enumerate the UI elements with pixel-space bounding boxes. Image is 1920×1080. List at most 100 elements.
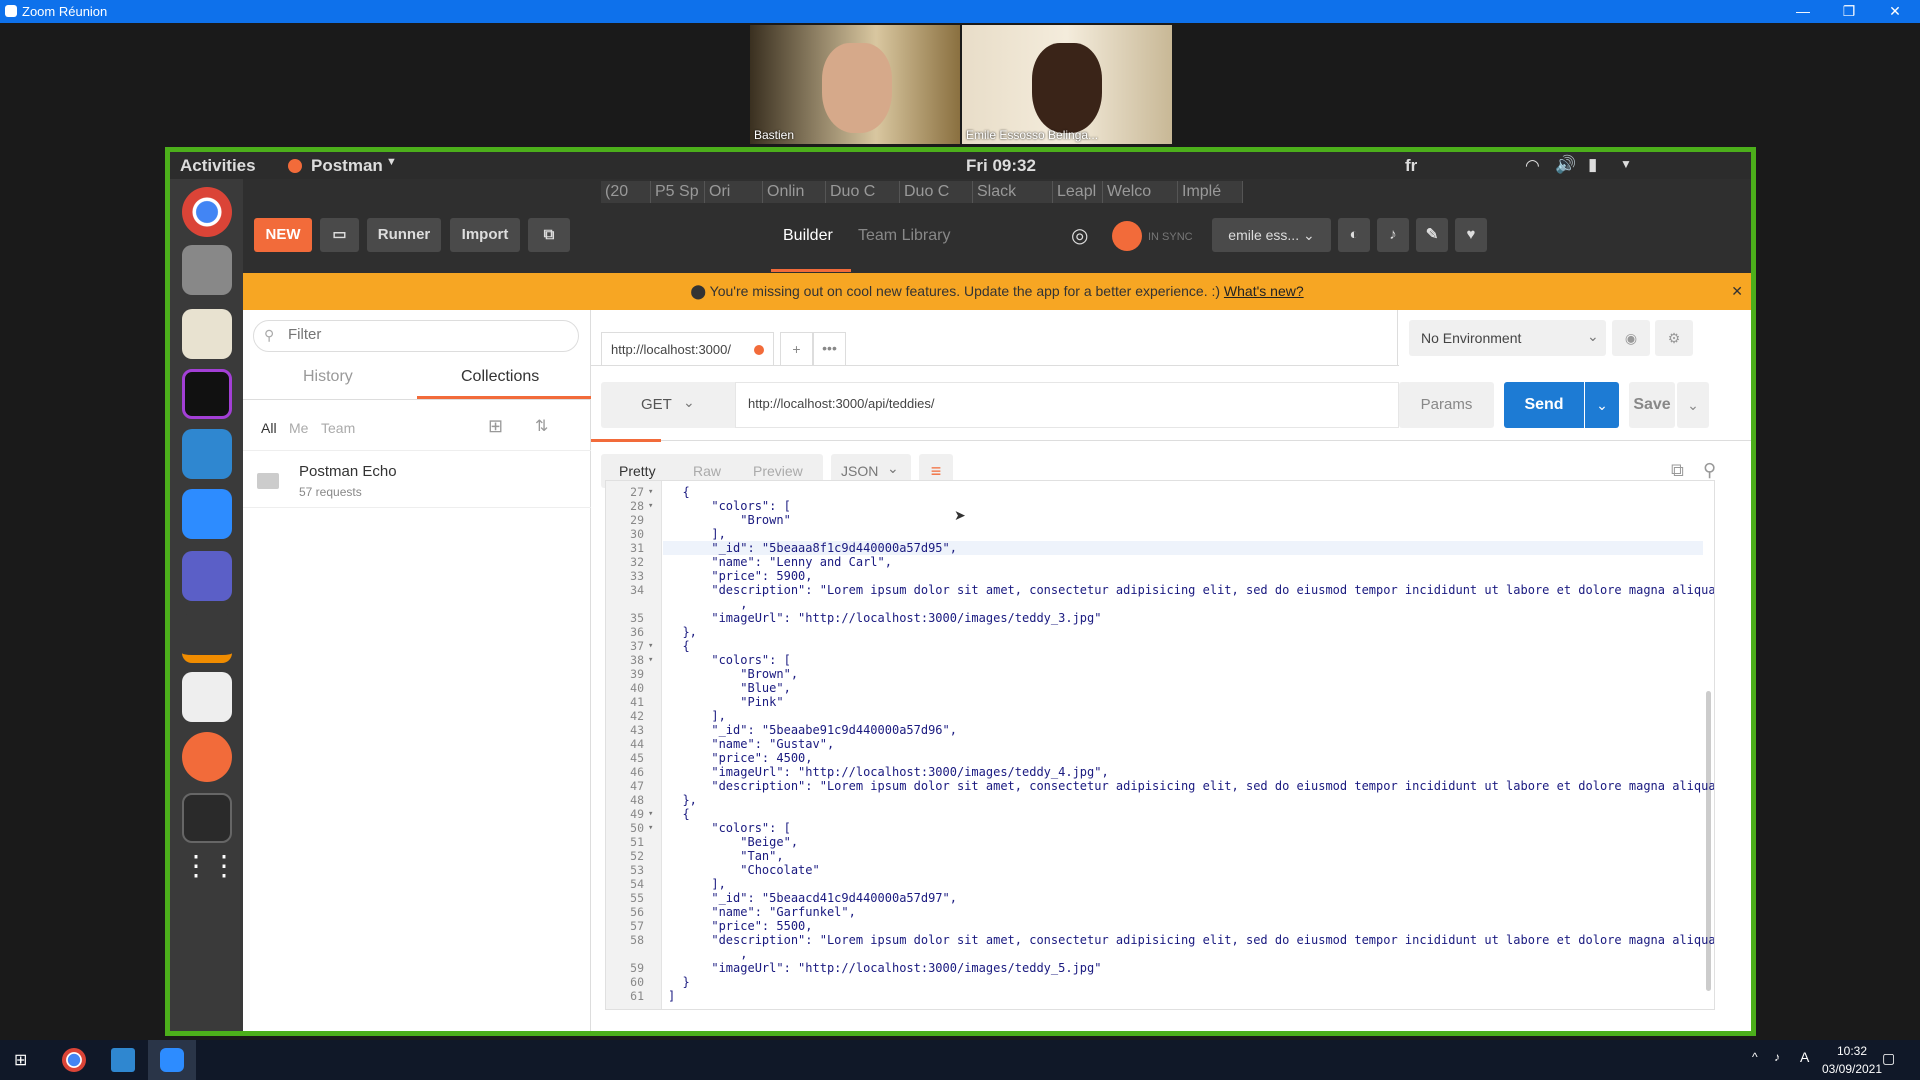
text-editor-icon[interactable] xyxy=(182,309,232,359)
sort-icon[interactable]: ⇅ xyxy=(535,416,548,436)
code-line: { xyxy=(668,639,690,653)
chevron-up-icon[interactable]: ^ xyxy=(1752,1050,1758,1064)
more-tabs-icon[interactable]: ••• xyxy=(813,332,846,366)
vscode-taskbar-icon[interactable] xyxy=(111,1048,135,1072)
wrench-icon[interactable]: ✎ xyxy=(1416,218,1448,252)
wifi-icon[interactable]: ◠ xyxy=(1525,156,1540,176)
scope-all[interactable]: All xyxy=(261,420,277,436)
copy-icon[interactable]: ⧉ xyxy=(1671,460,1684,481)
language-icon[interactable]: A xyxy=(1800,1049,1809,1065)
tab-preview[interactable]: Preview xyxy=(753,463,803,479)
import-button[interactable]: Import xyxy=(450,218,520,252)
add-tab-icon[interactable]: + xyxy=(780,332,813,366)
close-icon[interactable]: ✕ xyxy=(1872,0,1918,23)
postman-toolbar: NEW ▭ Runner Import ⧉ Builder Team Libra… xyxy=(243,203,1751,273)
chrome-taskbar-icon[interactable] xyxy=(62,1048,86,1072)
tab-pretty[interactable]: Pretty xyxy=(619,463,656,479)
filter-field[interactable] xyxy=(288,326,568,343)
fold-toggle-icon[interactable]: ▾ xyxy=(648,499,653,513)
files-icon[interactable] xyxy=(182,245,232,295)
whats-new-link[interactable]: What's new? xyxy=(1224,283,1304,299)
send-button[interactable]: Send xyxy=(1504,382,1584,428)
document-viewer-icon[interactable] xyxy=(182,672,232,722)
browser-tab[interactable]: Duo C xyxy=(900,181,973,203)
fold-toggle-icon[interactable]: ▾ xyxy=(648,807,653,821)
new-collection-icon[interactable]: ⊞ xyxy=(488,416,503,437)
gear-icon[interactable]: ⚙ xyxy=(1655,320,1693,356)
video-tile-bastien[interactable]: Bastien xyxy=(750,25,960,144)
browser-tab[interactable]: Onlin xyxy=(763,181,826,203)
tab-raw[interactable]: Raw xyxy=(693,463,721,479)
video-tile-emile[interactable]: Emile Essosso Belinga... xyxy=(962,25,1172,144)
restore-icon[interactable]: ❐ xyxy=(1826,0,1872,23)
search-icon[interactable]: ⚲ xyxy=(1703,460,1716,481)
method-select[interactable]: GET ⌄ xyxy=(601,382,735,428)
user-menu[interactable]: emile ess... ⌄ xyxy=(1212,218,1331,252)
save-options-icon[interactable]: ⌄ xyxy=(1677,382,1709,428)
browser-tab[interactable]: Ori xyxy=(705,181,763,203)
send-options-icon[interactable]: ⌄ xyxy=(1585,382,1619,428)
save-button[interactable]: Save xyxy=(1629,382,1675,428)
language-indicator[interactable]: fr xyxy=(1405,156,1417,176)
browser-tab[interactable]: Slack xyxy=(973,181,1053,203)
mouse-cursor-icon: ➤ xyxy=(954,507,966,523)
fold-toggle-icon[interactable]: ▾ xyxy=(648,821,653,835)
browser-tab[interactable]: Implé xyxy=(1178,181,1243,203)
tab-history[interactable]: History xyxy=(303,368,353,386)
line-number: 37 xyxy=(630,639,644,653)
request-tab[interactable]: http://localhost:3000/ xyxy=(601,332,774,366)
heart-icon[interactable]: ♥ xyxy=(1455,218,1487,252)
fold-toggle-icon[interactable]: ▾ xyxy=(648,653,653,667)
volume-icon[interactable]: ♪ xyxy=(1774,1050,1780,1064)
app-menu[interactable]: Postman xyxy=(311,156,383,176)
scope-team[interactable]: Team xyxy=(321,420,355,436)
clock[interactable]: Fri 09:32 xyxy=(966,156,1036,176)
fold-toggle-icon[interactable]: ▾ xyxy=(648,639,653,653)
terminal-icon[interactable] xyxy=(182,793,232,843)
activities-button[interactable]: Activities xyxy=(180,156,256,176)
chrome-icon[interactable] xyxy=(182,187,232,237)
runner-button[interactable]: Runner xyxy=(367,218,441,252)
interceptor-icon[interactable]: ◎ xyxy=(1071,223,1097,249)
sync-icon[interactable] xyxy=(1112,221,1142,251)
zoom-taskbar-button[interactable] xyxy=(148,1040,196,1080)
windows-start-icon[interactable]: ⊞ xyxy=(14,1052,32,1070)
filter-input[interactable]: ⚲ xyxy=(253,320,579,352)
browser-tab[interactable]: Welco xyxy=(1103,181,1178,203)
params-button[interactable]: Params xyxy=(1399,382,1494,428)
response-body[interactable]: 27 ▾ 28 ▾ 29 30 31 32 33 34 35 36 37 ▾ 38 ▾ 39 40 41 42 43 44… xyxy=(605,480,1715,1010)
taskbar-date[interactable]: 03/09/2021 xyxy=(1812,1062,1892,1076)
zoom-icon[interactable] xyxy=(182,489,232,539)
system-menu-icon[interactable]: ▼ xyxy=(1620,157,1632,171)
vlc-icon[interactable] xyxy=(182,613,232,663)
new-window-icon[interactable]: ⧉ xyxy=(528,218,570,252)
scope-me[interactable]: Me xyxy=(289,420,308,436)
browser-tab[interactable]: Duo C xyxy=(826,181,900,203)
environment-select[interactable]: No Environment ⌄ xyxy=(1409,320,1606,356)
collection-item[interactable]: Postman Echo 57 requests xyxy=(243,451,591,508)
teams-icon[interactable] xyxy=(182,551,232,601)
globe-icon[interactable]: ◐ xyxy=(1338,218,1370,252)
minimize-icon[interactable]: — xyxy=(1780,0,1826,23)
close-icon[interactable]: ✕ xyxy=(1731,273,1743,310)
tab-builder[interactable]: Builder xyxy=(783,227,833,245)
intellij-icon[interactable] xyxy=(182,369,232,419)
tab-team-library[interactable]: Team Library xyxy=(858,227,950,245)
sidebar-toggle-icon[interactable]: ▭ xyxy=(320,218,359,252)
volume-icon[interactable]: 🔊 xyxy=(1555,155,1576,175)
eye-icon[interactable]: ◉ xyxy=(1612,320,1650,356)
taskbar-time[interactable]: 10:32 xyxy=(1812,1044,1892,1058)
browser-tab[interactable]: Leapl xyxy=(1053,181,1103,203)
browser-tab[interactable]: P5 Sp xyxy=(651,181,705,203)
browser-tab[interactable]: (20 xyxy=(601,181,651,203)
fold-toggle-icon[interactable]: ▾ xyxy=(648,485,653,499)
postman-dock-icon[interactable] xyxy=(182,732,232,782)
battery-icon[interactable]: ▮ xyxy=(1588,155,1597,175)
bell-icon[interactable]: ♪ xyxy=(1377,218,1409,252)
new-button[interactable]: NEW xyxy=(254,218,312,252)
vscode-icon[interactable] xyxy=(182,429,232,479)
url-input[interactable]: http://localhost:3000/api/teddies/ xyxy=(735,382,1399,428)
tab-collections[interactable]: Collections xyxy=(461,368,539,386)
show-apps-icon[interactable]: ⋮⋮ xyxy=(182,841,238,891)
notifications-icon[interactable]: ▢ xyxy=(1882,1050,1895,1067)
